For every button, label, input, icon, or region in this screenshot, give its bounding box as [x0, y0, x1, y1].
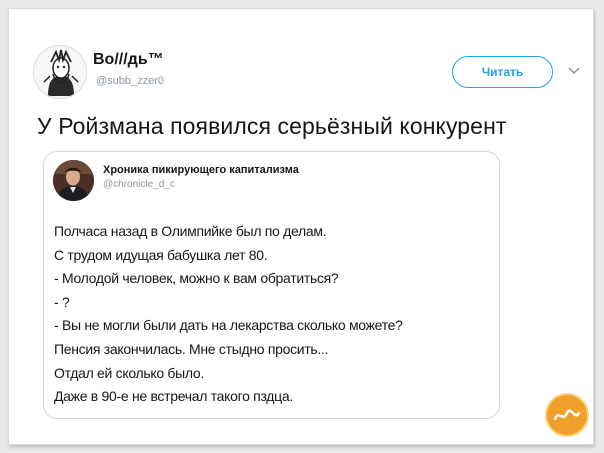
- quoted-text-line: Даже в 90-е не встречал такого пздца.: [54, 388, 293, 405]
- quoted-text-line: - ?: [54, 293, 70, 310]
- author-name[interactable]: Bo///дь™: [93, 51, 164, 69]
- quoted-text-line: - Молодой человек, можно к вам обратитьс…: [54, 270, 339, 287]
- quoted-text-line: С трудом идущая бабушка лет 80.: [54, 246, 268, 263]
- quoted-author-avatar[interactable]: [53, 160, 94, 201]
- tweet-text: У Ройзмана появился серьёзный конкурент: [37, 113, 507, 139]
- quoted-text-line: Отдал ей сколько было.: [54, 364, 205, 381]
- quoted-tweet-text: Полчаса назад в Олимпийке был по делам. …: [54, 220, 403, 409]
- chevron-down-icon[interactable]: [565, 62, 583, 80]
- quoted-author-handle[interactable]: @chronicle_d_c: [103, 179, 175, 190]
- quoted-tweet[interactable]: Хроника пикирующего капитализма @chronic…: [43, 151, 500, 419]
- follow-button[interactable]: Читать: [452, 56, 553, 88]
- quoted-avatar-image: [53, 160, 94, 201]
- follow-button-label: Читать: [481, 65, 524, 79]
- quoted-text-line: - Вы не могли были дать на лекарства ско…: [54, 317, 403, 334]
- author-handle[interactable]: @subb_zzer0: [96, 75, 164, 87]
- watermark-logo: [541, 389, 593, 441]
- quoted-text-line: Пенсия закончилась. Мне стыдно просить..…: [54, 340, 329, 357]
- tweet-card: Bo///дь™ @subb_zzer0 Читать У Ройзмана п…: [8, 8, 594, 445]
- quoted-text-line: Полчаса назад в Олимпийке был по делам.: [54, 223, 327, 239]
- author-avatar-image: [34, 46, 86, 98]
- quoted-author-name[interactable]: Хроника пикирующего капитализма: [103, 164, 299, 176]
- author-avatar[interactable]: [33, 45, 87, 99]
